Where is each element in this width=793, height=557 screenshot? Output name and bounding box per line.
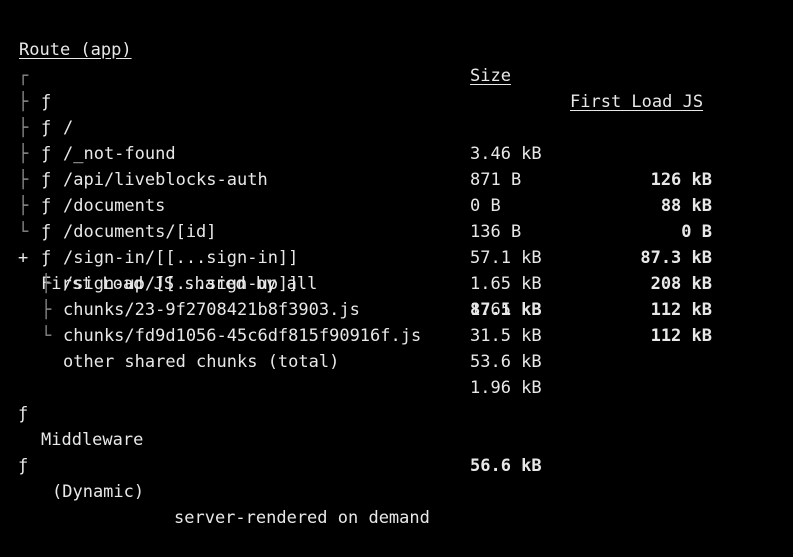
route-first-load: 112 kB xyxy=(650,326,712,346)
legend-label: (Dynamic) xyxy=(52,482,145,502)
chunk-row: ├ chunks/fd9d1056-45c6df815f90916f.js 53… xyxy=(0,271,793,372)
chunk-name: chunks/fd9d1056-45c6df815f90916f.js xyxy=(63,326,422,346)
chunk-size: 53.6 kB xyxy=(470,352,542,372)
route-row: ├ ƒ /sign-in/[[...sign-in]] 1.65 kB 112 … xyxy=(0,167,793,320)
route-row: ├ ƒ /documents/[id] 57.1 kB 208 kB xyxy=(0,141,793,294)
table-header: Route (app) Size First Load JS xyxy=(0,11,793,112)
route-row: ├ ƒ /documents 136 B 87.3 kB xyxy=(0,115,793,268)
legend-description: server-rendered on demand xyxy=(174,508,430,528)
chunk-size: 31.5 kB xyxy=(470,326,542,346)
route-row: ├ ƒ /_not-found 871 B 88 kB xyxy=(0,63,793,216)
dynamic-symbol: ƒ xyxy=(18,456,29,476)
middleware-size: 56.6 kB xyxy=(470,456,542,476)
chunk-row: └ other shared chunks (total) 1.96 kB xyxy=(0,297,793,398)
route-row: ├ ƒ /api/liveblocks-auth 0 B 0 B xyxy=(0,89,793,242)
route-row: ┌ ƒ / 3.46 kB 126 kB xyxy=(0,37,793,190)
dynamic-symbol: ƒ xyxy=(18,404,29,424)
tree-branch: └ xyxy=(41,326,52,346)
shared-row: + First Load JS shared by all 87.1 kB xyxy=(0,219,793,320)
route-row: └ ƒ /sign-up/[[...sign-up]] 1.65 kB 112 … xyxy=(0,193,793,346)
legend-row: ƒ (Dynamic) server-rendered on demand xyxy=(0,427,793,528)
terminal-output: Route (app) Size First Load JS ┌ ƒ / 3.4… xyxy=(0,0,793,528)
middleware-row: ƒ Middleware 56.6 kB xyxy=(0,375,793,476)
chunk-row: ├ chunks/23-9f2708421b8f3903.js 31.5 kB xyxy=(0,245,793,346)
chunk-name: other shared chunks (total) xyxy=(63,352,340,372)
